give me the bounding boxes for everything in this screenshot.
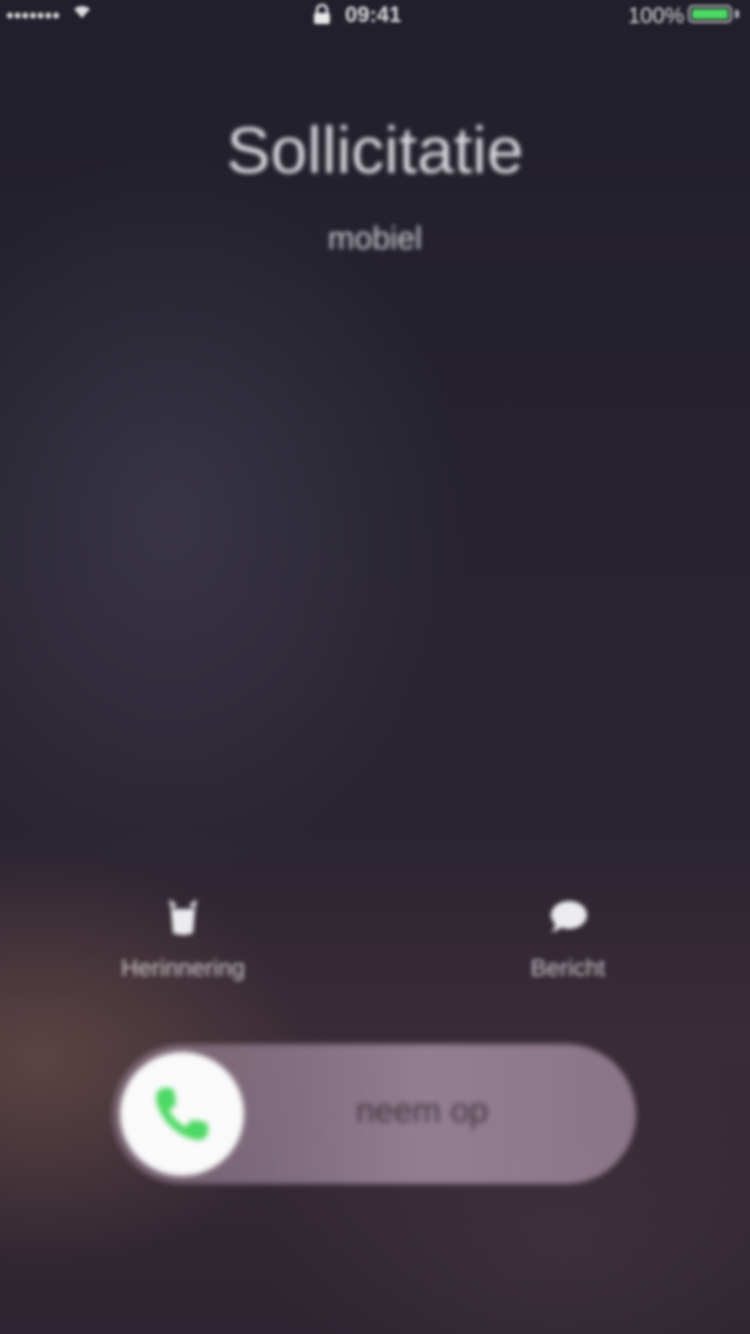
status-clock: 09:41: [345, 2, 402, 27]
message-button[interactable]: Bericht: [478, 895, 658, 983]
carrier-signal: •••••••: [6, 3, 60, 28]
slide-to-answer[interactable]: neem op: [112, 1044, 636, 1184]
caller-name: Sollicitatie: [226, 113, 524, 187]
answer-knob[interactable]: [120, 1052, 244, 1176]
battery-icon: [688, 5, 732, 23]
alarm-clock-icon: [169, 899, 197, 935]
message-label: Bericht: [530, 955, 606, 982]
phone-icon: [156, 1088, 208, 1140]
slide-to-answer-label: neem op: [355, 1092, 489, 1130]
status-bar: ••••••• 09:41 100%: [0, 0, 750, 30]
wifi-icon: [74, 6, 90, 18]
remind-me-button[interactable]: Herinnering: [93, 895, 273, 983]
caller-number-label: mobiel: [327, 220, 423, 256]
message-bubble-icon: [551, 901, 587, 933]
incoming-call-screen: ••••••• 09:41 100% Sollicitatie mobiel H…: [0, 0, 750, 1334]
battery-cap: [735, 10, 739, 18]
lock-icon: [314, 4, 330, 24]
remind-me-label: Herinnering: [120, 955, 246, 982]
battery-percentage: 100%: [628, 3, 685, 28]
battery-level: [692, 9, 728, 19]
